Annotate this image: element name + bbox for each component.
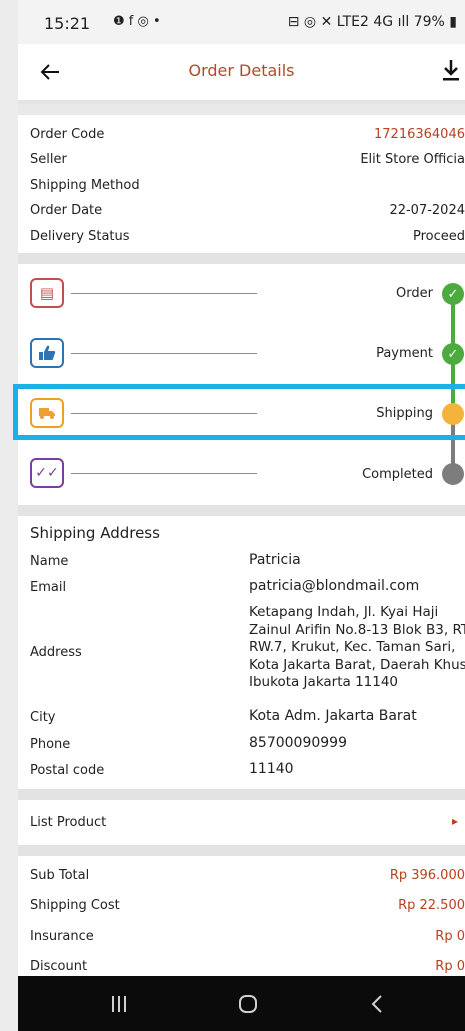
city-value: Kota Adm. Jakarta Barat xyxy=(249,708,417,724)
address-line: RW.7, Krukut, Kec. Taman Sari, xyxy=(249,639,456,655)
divider xyxy=(18,505,465,516)
download-icon[interactable] xyxy=(440,58,462,82)
app-bar: Order Details xyxy=(18,44,465,100)
address-line: Ibukota Jakarta 11140 xyxy=(249,674,399,690)
system-nav-bar xyxy=(18,976,465,1031)
shipping-address-heading: Shipping Address xyxy=(30,524,160,542)
signal-icons: ⊟ ◎ ✕ LTE2 4G ıll xyxy=(287,14,410,30)
home-icon[interactable] xyxy=(238,994,258,1014)
discount-value: Rp 0 xyxy=(435,959,465,974)
divider xyxy=(18,845,465,856)
name-label: Name xyxy=(30,554,69,569)
notification-icons: ❶ f ◎ • xyxy=(113,14,161,29)
city-label: City xyxy=(30,710,56,725)
insurance-value: Rp 0 xyxy=(435,929,465,944)
address-line: Ketapang Indah, Jl. Kyai Haji xyxy=(249,604,439,620)
seller-value: Elit Store Officia xyxy=(360,152,465,167)
order-code-label: Order Code xyxy=(30,127,105,142)
step-connector xyxy=(71,353,257,354)
step-label: Completed xyxy=(362,467,433,482)
status-bar: 15:21 ❶ f ◎ • ⊟ ◎ ✕ LTE2 4G ıll 79% ▮ xyxy=(18,0,465,44)
address-line: Zainul Arifin No.8-13 Blok B3, RT.4/ xyxy=(249,621,465,638)
check-icon: ✓ xyxy=(442,343,464,365)
divider xyxy=(18,104,465,115)
step-label: Payment xyxy=(376,346,433,361)
list-product-row[interactable]: List Product ▸ xyxy=(18,800,465,844)
phone-screen: 15:21 ❶ f ◎ • ⊟ ◎ ✕ LTE2 4G ıll 79% ▮ Or… xyxy=(18,0,465,1031)
pending-step-dot xyxy=(442,463,464,485)
double-check-icon: ✓✓ xyxy=(30,458,64,488)
insurance-label: Insurance xyxy=(30,929,94,944)
order-code-value: 17216364046 xyxy=(374,127,465,142)
address-line: Kota Jakarta Barat, Daerah Khusus xyxy=(249,656,465,673)
back-nav-icon[interactable] xyxy=(370,994,384,1014)
divider xyxy=(18,789,465,800)
shipping-cost-value: Rp 22.500 xyxy=(398,898,465,913)
chevron-right-icon: ▸ xyxy=(452,814,459,828)
shipping-method-label: Shipping Method xyxy=(30,178,140,193)
delivery-status-value: Proceed xyxy=(412,229,465,244)
subtotal-value: Rp 396.000 xyxy=(389,868,465,883)
discount-label: Discount xyxy=(30,959,88,974)
phone-label: Phone xyxy=(30,737,71,752)
step-label: Order xyxy=(396,286,433,301)
name-value: Patricia xyxy=(249,552,301,568)
email-label: Email xyxy=(30,580,67,595)
battery-icon: ▮ xyxy=(449,14,457,30)
address-value: Ketapang Indah, Jl. Kyai Haji Zainul Ari… xyxy=(249,604,465,692)
subtotal-label: Sub Total xyxy=(30,868,90,883)
battery-level: 79% xyxy=(413,14,445,30)
postal-code-label: Postal code xyxy=(30,763,105,778)
list-product-label: List Product xyxy=(30,815,107,830)
thumbs-up-icon xyxy=(30,338,64,368)
status-time: 15:21 xyxy=(44,14,91,33)
delivery-status-label: Delivery Status xyxy=(30,229,130,244)
shipping-step-highlight xyxy=(13,384,465,440)
divider xyxy=(18,253,465,264)
page-title: Order Details xyxy=(188,61,295,80)
step-connector xyxy=(71,293,257,294)
phone-value: 85700090999 xyxy=(249,735,347,751)
shipping-cost-label: Shipping Cost xyxy=(30,898,120,913)
check-icon: ✓ xyxy=(442,283,464,305)
postal-code-value: 11140 xyxy=(249,761,294,777)
order-date-value: 22-07-2024 xyxy=(389,203,465,218)
thumbs-up-icon xyxy=(39,345,56,360)
email-value: patricia@blondmail.com xyxy=(249,578,420,594)
seller-label: Seller xyxy=(30,152,67,167)
order-list-icon: ▤ xyxy=(30,278,64,308)
recent-apps-icon[interactable] xyxy=(110,995,128,1013)
order-date-label: Order Date xyxy=(30,203,103,218)
step-connector xyxy=(71,473,257,474)
address-label: Address xyxy=(30,645,82,660)
